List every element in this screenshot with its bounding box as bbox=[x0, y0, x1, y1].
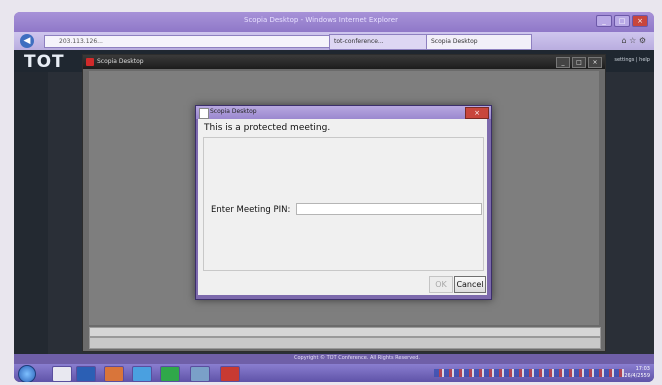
scopia-window-title: Scopia Desktop bbox=[97, 58, 144, 65]
browser-tab-scopia[interactable]: Scopia Desktop bbox=[426, 34, 532, 50]
back-arrow-icon[interactable]: ◀ bbox=[20, 34, 34, 48]
clock-time: 17:03 bbox=[635, 366, 650, 372]
protected-meeting-dialog: Scopia Desktop × This is a protected mee… bbox=[195, 105, 492, 300]
ok-button[interactable]: OK bbox=[429, 276, 453, 293]
windows-taskbar: 17:03 26/4/2559 bbox=[14, 364, 654, 382]
taskbar-clock[interactable]: 17:03 26/4/2559 bbox=[624, 366, 650, 380]
address-bar[interactable]: 203.113.126... bbox=[44, 35, 340, 48]
system-tray-icons[interactable] bbox=[434, 369, 624, 377]
clock-date: 26/4/2559 bbox=[624, 373, 650, 379]
page-footer: Copyright © TOT Conference. All Rights R… bbox=[14, 354, 654, 364]
tot-logo: TOT bbox=[24, 52, 65, 72]
browser-close-button[interactable]: × bbox=[632, 15, 648, 27]
header-links[interactable]: settings | help bbox=[614, 57, 650, 63]
scopia-taskbar-icon[interactable] bbox=[220, 366, 240, 382]
browser-minimize-button[interactable]: _ bbox=[596, 15, 612, 27]
scopia-close-button[interactable]: × bbox=[588, 57, 602, 68]
scopia-control-strip bbox=[89, 337, 601, 349]
browser-titlebar: Scopia Desktop - Windows Internet Explor… bbox=[14, 12, 654, 32]
scopia-minimize-button[interactable]: _ bbox=[556, 57, 570, 68]
browser-navbar: ◀ 203.113.126... tot-conference... Scopi… bbox=[14, 32, 654, 50]
dialog-close-button[interactable]: × bbox=[465, 107, 489, 119]
document-icon bbox=[199, 108, 209, 119]
meeting-pin-label: Enter Meeting PIN: bbox=[211, 205, 291, 215]
ie-taskbar-icon[interactable] bbox=[132, 366, 152, 382]
protected-meeting-message: This is a protected meeting. bbox=[204, 123, 331, 133]
scopia-titlebar: Scopia Desktop _ □ × bbox=[83, 55, 605, 69]
monitor-screen: Scopia Desktop - Windows Internet Explor… bbox=[14, 12, 654, 382]
explorer-taskbar-icon[interactable] bbox=[52, 366, 72, 382]
scopia-status-strip bbox=[89, 327, 601, 337]
dialog-titlebar: Scopia Desktop × bbox=[196, 106, 491, 119]
browser-tab-1[interactable]: tot-conference... bbox=[329, 34, 427, 50]
dialog-body: This is a protected meeting. Enter Meeti… bbox=[198, 119, 487, 295]
word-taskbar-icon[interactable] bbox=[76, 366, 96, 382]
cancel-button[interactable]: Cancel bbox=[454, 276, 486, 293]
browser-maximize-button[interactable]: □ bbox=[614, 15, 630, 27]
page-side-panel bbox=[14, 72, 48, 354]
browser-window-controls: _ □ × bbox=[596, 15, 648, 27]
meeting-pin-input[interactable] bbox=[296, 203, 482, 215]
footer-copyright: Copyright © TOT Conference. All Rights R… bbox=[294, 355, 421, 361]
dialog-panel: Enter Meeting PIN: bbox=[203, 137, 484, 271]
paint-taskbar-icon[interactable] bbox=[104, 366, 124, 382]
start-button[interactable] bbox=[18, 365, 36, 382]
chat-taskbar-icon[interactable] bbox=[160, 366, 180, 382]
app-taskbar-icon[interactable] bbox=[190, 366, 210, 382]
scopia-window-controls: _ □ × bbox=[556, 57, 602, 68]
dialog-title: Scopia Desktop bbox=[210, 108, 257, 115]
scopia-app-icon bbox=[86, 58, 94, 66]
scopia-maximize-button[interactable]: □ bbox=[572, 57, 586, 68]
browser-toolbar-icons[interactable]: ⌂ ☆ ⚙ bbox=[621, 36, 646, 45]
browser-window-title: Scopia Desktop - Windows Internet Explor… bbox=[244, 16, 398, 24]
